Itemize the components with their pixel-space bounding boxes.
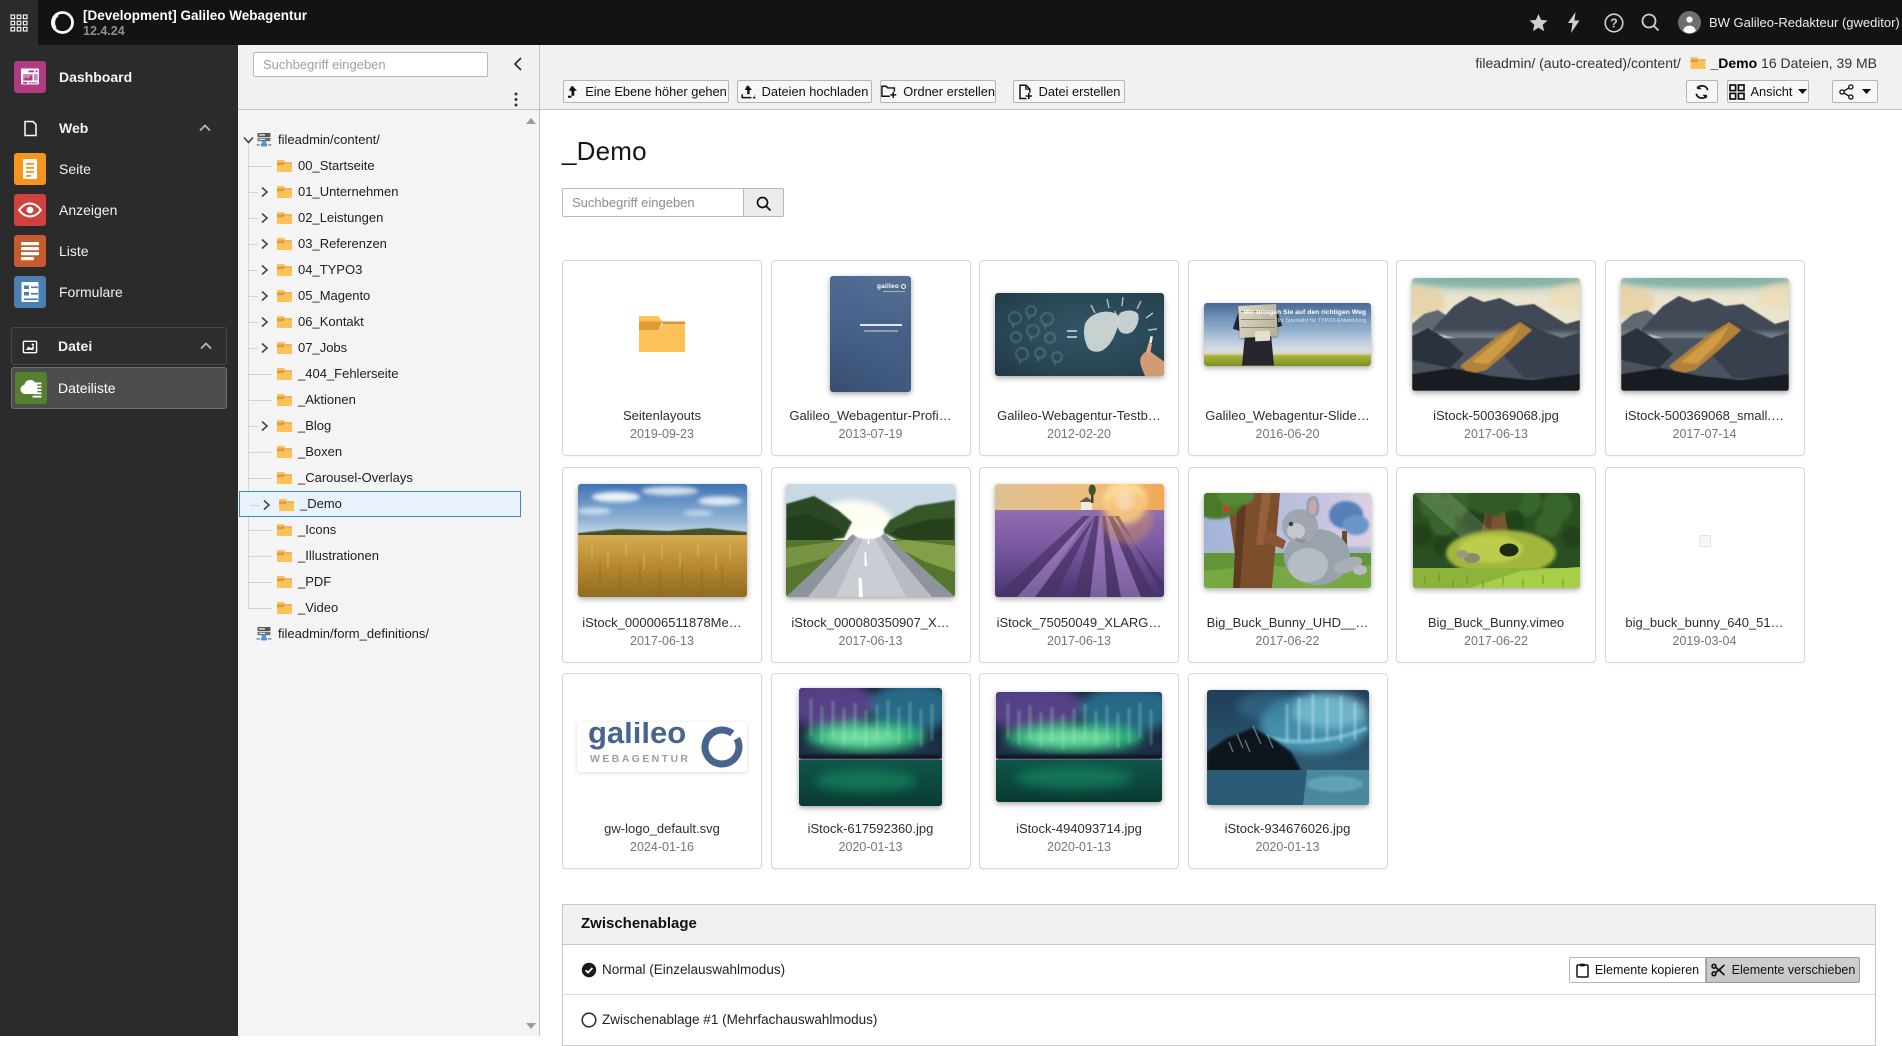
- svg-text:?: ?: [1610, 16, 1618, 30]
